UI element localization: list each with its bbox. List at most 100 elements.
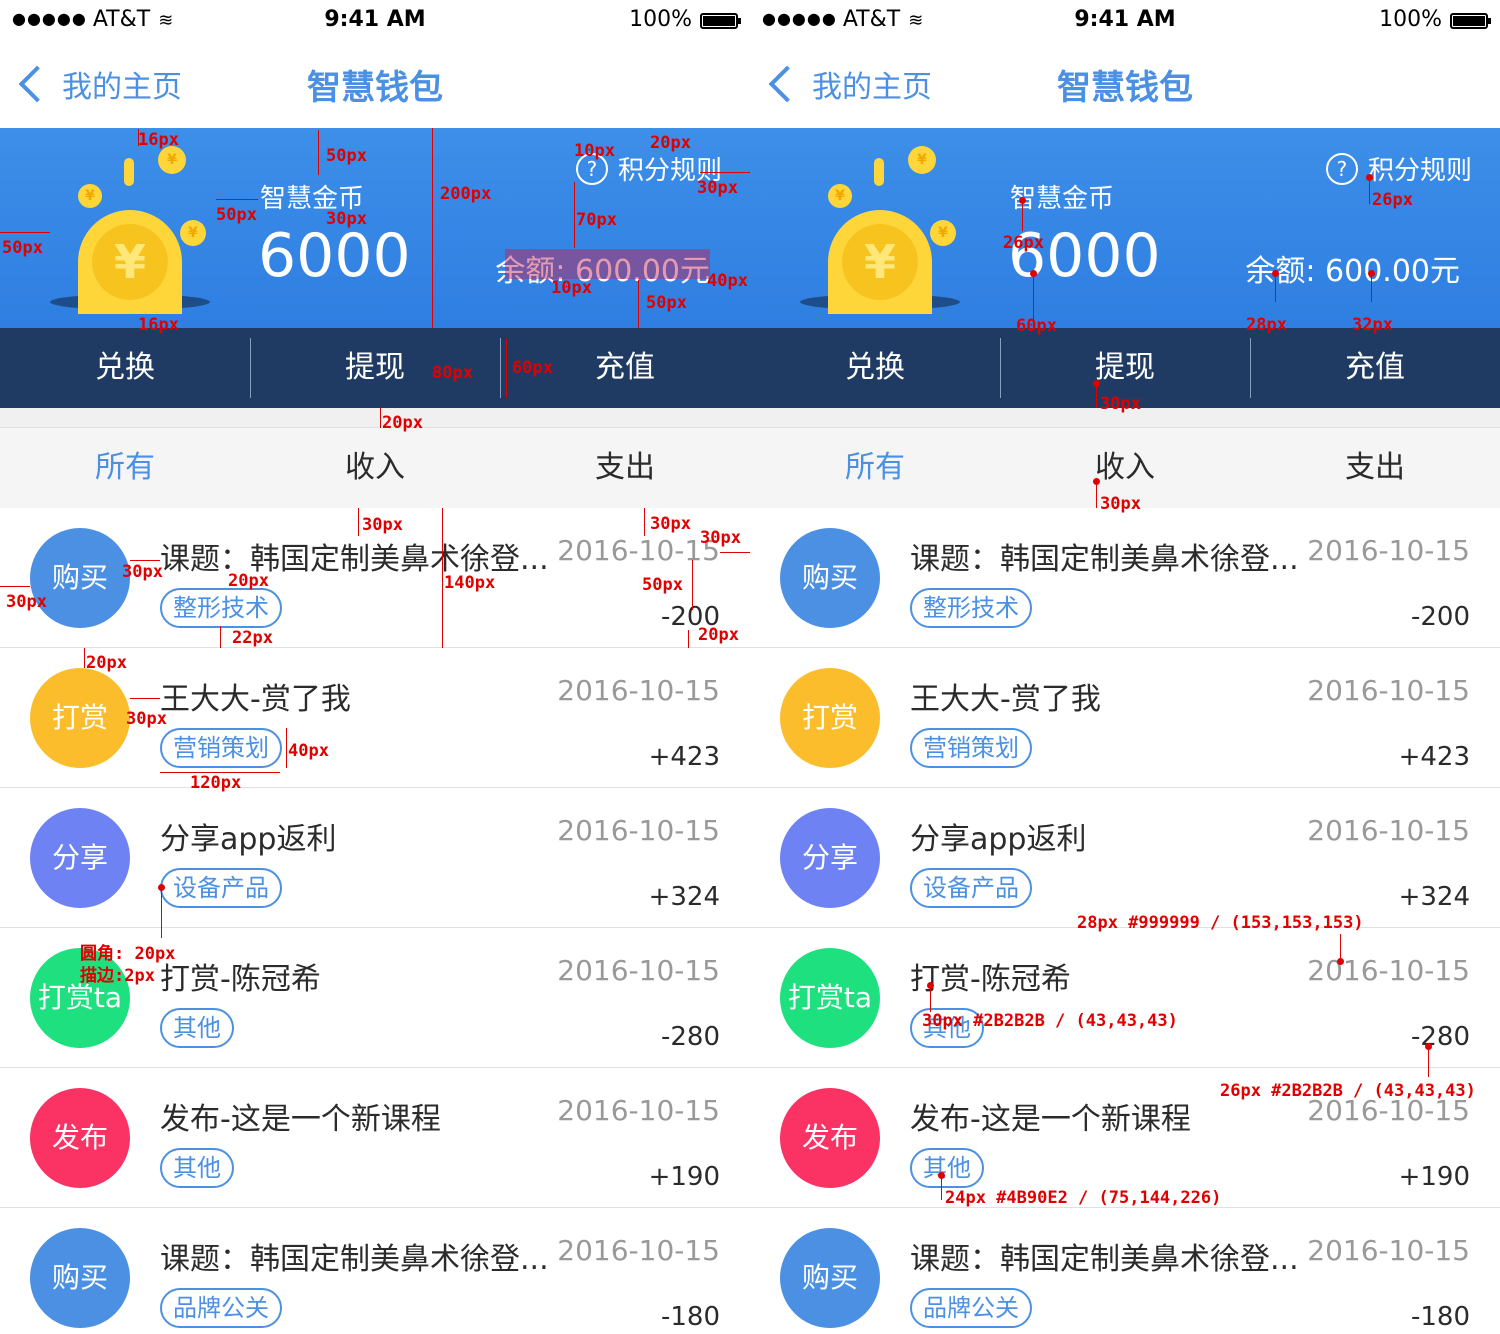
transaction-date: 2016-10-15 [1307,534,1470,567]
transaction-date: 2016-10-15 [1307,954,1470,987]
transaction-row[interactable]: 购买 课题：韩国定制美鼻术徐登... 品牌公关 2016-10-15 -180 [0,1208,750,1334]
transaction-amount: -200 [1410,602,1470,632]
tab-expense[interactable]: 支出 [500,428,750,508]
transaction-tag: 品牌公关 [160,1288,282,1328]
transaction-tag: 其他 [910,1008,984,1048]
recharge-button[interactable]: 充值 [500,328,750,408]
category-avatar: 打赏ta [30,948,130,1048]
transaction-row[interactable]: 打赏ta 打赏-陈冠希 其他 2016-10-15 -280 [750,928,1500,1068]
transaction-row[interactable]: 打赏ta 打赏-陈冠希 其他 2016-10-15 -280 [0,928,750,1068]
transaction-title: 课题：韩国定制美鼻术徐登... [910,1242,1299,1277]
section-gap [0,408,750,428]
coin-small-icon [874,158,884,186]
category-avatar: 发布 [30,1088,130,1188]
transaction-row[interactable]: 分享 分享app返利 设备产品 2016-10-15 +324 [0,788,750,928]
rules-link[interactable]: ? 积分规则 [1325,150,1472,187]
action-bar: 兑换 提现 充值 [750,328,1500,408]
coin-big-icon: ¥ [78,210,182,314]
transaction-date: 2016-10-15 [557,1094,720,1127]
coin-label: 智慧金币 [260,184,365,214]
category-avatar: 购买 [30,528,130,628]
tab-income[interactable]: 收入 [1000,428,1250,508]
transaction-amount: -180 [1410,1302,1470,1332]
transaction-amount: -180 [660,1302,720,1332]
transaction-row[interactable]: 分享 分享app返利 设备产品 2016-10-15 +324 [750,788,1500,928]
tab-all[interactable]: 所有 [750,428,1000,508]
transaction-date: 2016-10-15 [1307,674,1470,707]
transaction-tag: 整形技术 [910,588,1032,628]
transaction-date: 2016-10-15 [1307,1234,1470,1267]
coin-small-icon: ¥ [78,184,102,208]
highlight-box [505,249,710,279]
withdraw-button[interactable]: 提现 [1000,328,1250,408]
transaction-title: 分享app返利 [910,822,1087,857]
tab-all[interactable]: 所有 [0,428,250,508]
wallet-banner: ¥ ¥ ¥ ¥ 智慧金币 6000 ? 积分规则 余额: 600.00元 [750,128,1500,328]
action-bar: 兑换 提现 充值 [0,328,750,408]
transaction-amount: +190 [648,1162,720,1192]
nav-bar: 我的主页 智慧钱包 [0,40,750,128]
transaction-tag: 营销策划 [910,728,1032,768]
coin-value: 6000 [258,221,411,291]
recharge-button[interactable]: 充值 [1250,328,1500,408]
transaction-row[interactable]: 购买 课题：韩国定制美鼻术徐登... 整形技术 2016-10-15 -200 [750,508,1500,648]
coin-small-icon: ¥ [158,146,186,174]
transaction-tag: 品牌公关 [910,1288,1032,1328]
category-avatar: 打赏 [780,668,880,768]
transaction-tag: 其他 [160,1148,234,1188]
transaction-amount: -280 [1410,1022,1470,1052]
transaction-title: 发布-这是一个新课程 [160,1102,441,1137]
coin-label: 智慧金币 [1010,184,1115,214]
transaction-row[interactable]: 购买 课题：韩国定制美鼻术徐登... 整形技术 2016-10-15 -200 [0,508,750,648]
transaction-row[interactable]: 发布 发布-这是一个新课程 其他 2016-10-15 +190 [0,1068,750,1208]
transaction-amount: -280 [660,1022,720,1052]
section-gap [750,408,1500,428]
transaction-tag: 营销策划 [160,728,282,768]
filter-tabs: 所有 收入 支出 [750,428,1500,508]
transaction-amount: +190 [1398,1162,1470,1192]
transaction-row[interactable]: 购买 课题：韩国定制美鼻术徐登... 品牌公关 2016-10-15 -180 [750,1208,1500,1334]
coin-small-icon: ¥ [908,146,936,174]
category-avatar: 打赏 [30,668,130,768]
status-bar: ●●●●● AT&T ≋ 9:41 AM 100% [750,0,1500,40]
transaction-title: 课题：韩国定制美鼻术徐登... [160,542,549,577]
exchange-button[interactable]: 兑换 [0,328,250,408]
category-avatar: 打赏ta [780,948,880,1048]
transaction-list: 购买 课题：韩国定制美鼻术徐登... 整形技术 2016-10-15 -200 … [750,508,1500,1334]
page-title: 智慧钱包 [1057,68,1193,108]
transaction-amount: +423 [648,742,720,772]
coin-value: 6000 [1008,221,1161,291]
coin-big-icon: ¥ [828,210,932,314]
transaction-row[interactable]: 打赏 王大大-赏了我 营销策划 2016-10-15 +423 [0,648,750,788]
category-avatar: 分享 [30,808,130,908]
category-avatar: 购买 [30,1228,130,1328]
transaction-tag: 设备产品 [910,868,1032,908]
withdraw-button[interactable]: 提现 [250,328,500,408]
transaction-row[interactable]: 打赏 王大大-赏了我 营销策划 2016-10-15 +423 [750,648,1500,788]
transaction-tag: 设备产品 [160,868,282,908]
battery-percent: 100% [629,7,692,32]
nav-bar: 我的主页 智慧钱包 [750,40,1500,128]
exchange-button[interactable]: 兑换 [750,328,1000,408]
status-bar: ●●●●● AT&T ≋ 9:41 AM 100% [0,0,750,40]
transaction-title: 打赏-陈冠希 [160,962,321,997]
transaction-title: 王大大-赏了我 [910,682,1101,717]
transaction-title: 课题：韩国定制美鼻术徐登... [160,1242,549,1277]
tab-expense[interactable]: 支出 [1250,428,1500,508]
transaction-title: 发布-这是一个新课程 [910,1102,1191,1137]
transaction-tag: 整形技术 [160,588,282,628]
yuan-icon: ¥ [92,224,168,300]
question-icon: ? [575,152,608,185]
rules-link[interactable]: ? 积分规则 [575,150,722,187]
screen-annotated: ●●●●● AT&T ≋ 9:41 AM 100% 我的主页 智慧钱包 ¥ ¥ ¥ … [0,0,750,1334]
transaction-title: 课题：韩国定制美鼻术徐登... [910,542,1299,577]
transaction-list: 购买 课题：韩国定制美鼻术徐登... 整形技术 2016-10-15 -200 … [0,508,750,1334]
transaction-tag: 其他 [160,1008,234,1048]
coin-illustration: ¥ ¥ ¥ ¥ [50,144,220,314]
coin-small-icon: ¥ [180,220,206,246]
transaction-amount: -200 [660,602,720,632]
tab-income[interactable]: 收入 [250,428,500,508]
transaction-row[interactable]: 发布 发布-这是一个新课程 其他 2016-10-15 +190 [750,1068,1500,1208]
transaction-date: 2016-10-15 [557,674,720,707]
transaction-tag: 其他 [910,1148,984,1188]
